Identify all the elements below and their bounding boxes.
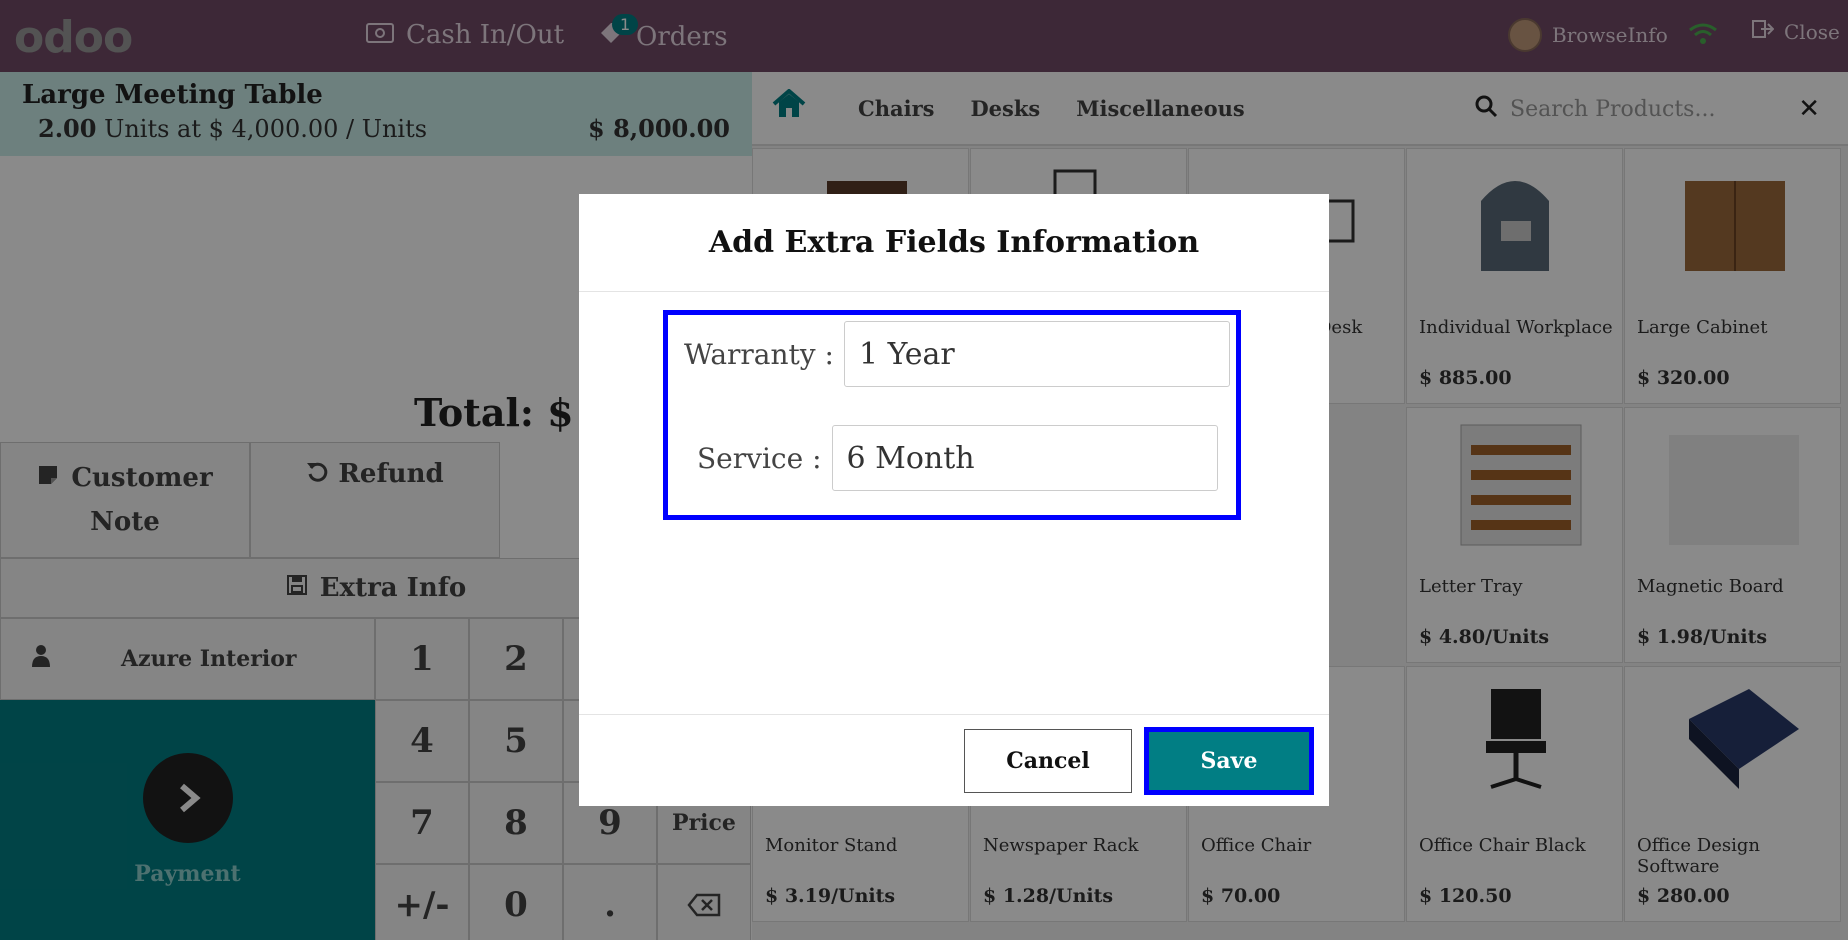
dialog-title: Add Extra Fields Information — [579, 194, 1329, 292]
extra-fields-dialog: Add Extra Fields Information Warranty : … — [579, 194, 1329, 806]
service-row: Service : 6 Month — [697, 425, 1218, 491]
save-button[interactable]: Save — [1144, 727, 1314, 795]
service-label: Service : — [697, 441, 822, 475]
extra-fields-box: Warranty : 1 Year Service : 6 Month — [663, 310, 1241, 520]
service-input[interactable]: 6 Month — [831, 425, 1218, 491]
cancel-button[interactable]: Cancel — [964, 729, 1132, 793]
warranty-row: Warranty : 1 Year — [684, 321, 1230, 387]
warranty-label: Warranty : — [684, 337, 834, 371]
dialog-footer: Cancel Save — [579, 714, 1329, 806]
warranty-input[interactable]: 1 Year — [843, 321, 1230, 387]
